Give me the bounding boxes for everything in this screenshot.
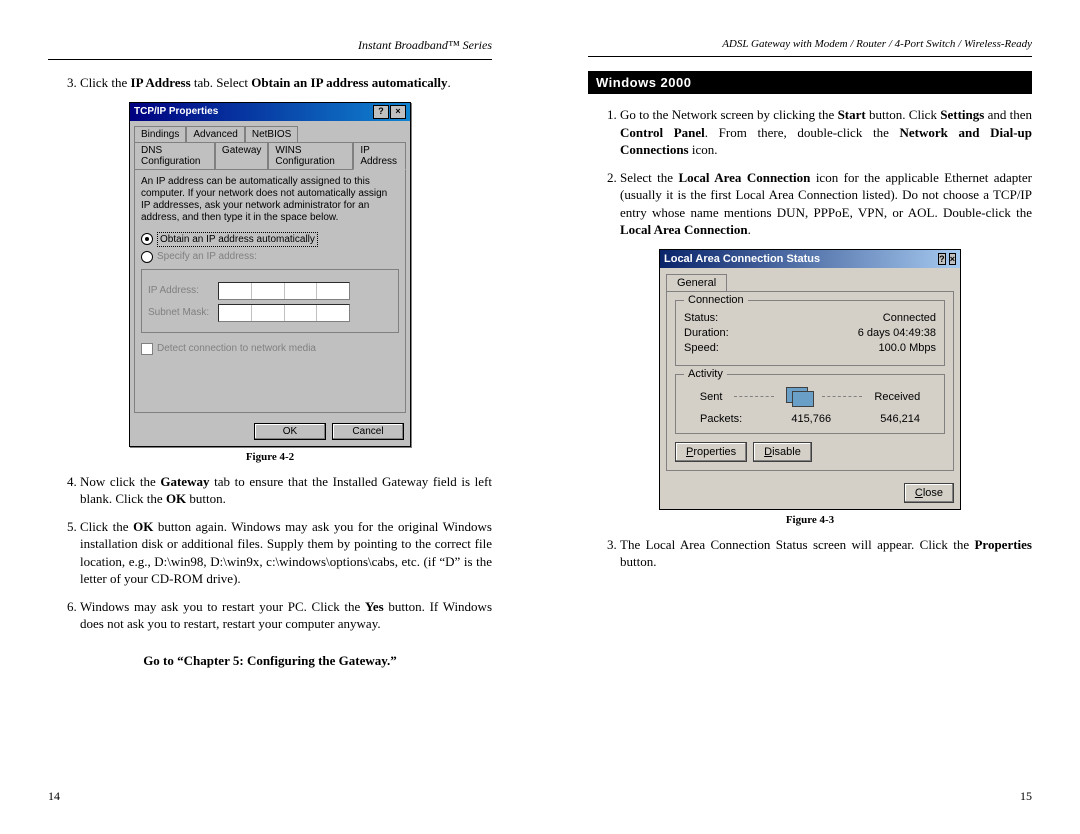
ip-address-row: IP Address: bbox=[148, 282, 392, 300]
dash-icon bbox=[734, 396, 774, 397]
detect-row: Detect connection to network media bbox=[141, 343, 399, 355]
tab-bar: Bindings Advanced NetBIOS DNS Configurat… bbox=[130, 121, 410, 169]
close-button[interactable]: Close bbox=[904, 483, 954, 503]
lan-status-dialog: Local Area Connection Status ? × General… bbox=[659, 249, 961, 510]
sent-label: Sent bbox=[700, 391, 723, 403]
dialog-titlebar: Local Area Connection Status ? × bbox=[660, 250, 960, 268]
tab-wins[interactable]: WINS Configuration bbox=[268, 142, 353, 170]
figure-4-3: Local Area Connection Status ? × General… bbox=[588, 249, 1032, 526]
duration-label: Duration: bbox=[684, 327, 729, 339]
tab-gateway[interactable]: Gateway bbox=[215, 142, 268, 170]
left-steps-b: Now click the Gateway tab to ensure that… bbox=[48, 473, 492, 633]
tab-advanced[interactable]: Advanced bbox=[186, 126, 244, 142]
tab-pane: Connection Status: Connected Duration: 6 d… bbox=[666, 291, 954, 471]
tcpip-properties-dialog: TCP/IP Properties ? × Bindings Advanced … bbox=[129, 102, 411, 447]
received-label: Received bbox=[874, 391, 920, 403]
status-label: Status: bbox=[684, 312, 718, 324]
packets-label: Packets: bbox=[700, 413, 742, 425]
subnet-mask-label: Subnet Mask: bbox=[148, 307, 212, 318]
tab-bindings[interactable]: Bindings bbox=[134, 126, 186, 142]
step-1: Go to the Network screen by clicking the… bbox=[620, 106, 1032, 159]
dialog-buttons: OK Cancel bbox=[130, 417, 410, 446]
packets-received: 546,214 bbox=[880, 413, 920, 425]
close-icon[interactable]: × bbox=[390, 105, 406, 119]
tab-ipaddress[interactable]: IP Address bbox=[353, 142, 406, 170]
close-icon[interactable]: × bbox=[949, 253, 956, 265]
tab-general[interactable]: General bbox=[666, 274, 727, 291]
page-number-left: 14 bbox=[48, 789, 60, 804]
step-5: Click the OK button again. Windows may a… bbox=[80, 518, 492, 588]
info-text: An IP address can be automatically assig… bbox=[141, 176, 399, 224]
ip-address-input[interactable] bbox=[218, 282, 350, 300]
dash-icon bbox=[822, 396, 862, 397]
figure-4-3-caption: Figure 4-3 bbox=[588, 514, 1032, 526]
tab-dns[interactable]: DNS Configuration bbox=[134, 142, 215, 170]
divider bbox=[588, 56, 1032, 57]
divider bbox=[48, 59, 492, 60]
detect-label: Detect connection to network media bbox=[157, 343, 316, 354]
speed-value: 100.0 Mbps bbox=[879, 342, 936, 354]
dialog-title: TCP/IP Properties bbox=[134, 106, 218, 117]
step-3: The Local Area Connection Status screen … bbox=[620, 536, 1032, 571]
left-header: Instant Broadband™ Series bbox=[48, 38, 492, 53]
radio-label: Specify an IP address: bbox=[157, 251, 257, 262]
help-icon[interactable]: ? bbox=[373, 105, 389, 119]
ip-group: IP Address: Subnet Mask: bbox=[141, 269, 399, 333]
dialog-title: Local Area Connection Status bbox=[664, 253, 820, 265]
duration-value: 6 days 04:49:38 bbox=[858, 327, 936, 339]
button-row: Properties Disable bbox=[675, 442, 945, 462]
figure-4-2: TCP/IP Properties ? × Bindings Advanced … bbox=[48, 102, 492, 463]
radio-icon bbox=[141, 251, 153, 263]
cancel-button[interactable]: Cancel bbox=[332, 423, 404, 440]
right-steps-b: The Local Area Connection Status screen … bbox=[588, 536, 1032, 571]
connection-group: Connection Status:Connected Duration:6 d… bbox=[675, 300, 945, 366]
activity-group: Activity Sent Received Packets: 415,766 bbox=[675, 374, 945, 434]
right-steps-a: Go to the Network screen by clicking the… bbox=[588, 106, 1032, 239]
subnet-mask-row: Subnet Mask: bbox=[148, 304, 392, 322]
figure-4-2-caption: Figure 4-2 bbox=[48, 451, 492, 463]
step-4: Now click the Gateway tab to ensure that… bbox=[80, 473, 492, 508]
page-number-right: 15 bbox=[1020, 789, 1032, 804]
right-header: ADSL Gateway with Modem / Router / 4-Por… bbox=[588, 38, 1032, 50]
close-row: Close bbox=[660, 477, 960, 509]
ip-address-label: IP Address: bbox=[148, 285, 212, 296]
step-2: Select the Local Area Connection icon fo… bbox=[620, 169, 1032, 239]
tab-netbios[interactable]: NetBIOS bbox=[245, 126, 298, 142]
radio-specify[interactable]: Specify an IP address: bbox=[141, 251, 399, 263]
packets-sent: 415,766 bbox=[791, 413, 831, 425]
tab-pane: An IP address can be automatically assig… bbox=[134, 169, 406, 413]
left-page: Instant Broadband™ Series Click the IP A… bbox=[0, 0, 540, 834]
speed-label: Speed: bbox=[684, 342, 719, 354]
step-3: Click the IP Address tab. Select Obtain … bbox=[80, 74, 492, 92]
radio-obtain-auto[interactable]: Obtain an IP address automatically bbox=[141, 232, 399, 247]
status-value: Connected bbox=[883, 312, 936, 324]
dialog-titlebar: TCP/IP Properties ? × bbox=[130, 103, 410, 121]
go-to-chapter-link: Go to “Chapter 5: Configuring the Gatewa… bbox=[48, 653, 492, 669]
ok-button[interactable]: OK bbox=[254, 423, 326, 440]
tab-bar: General bbox=[660, 268, 960, 291]
section-title: Windows 2000 bbox=[588, 71, 1032, 94]
properties-button[interactable]: Properties bbox=[675, 442, 747, 462]
network-icon bbox=[786, 387, 810, 407]
checkbox-icon[interactable] bbox=[141, 343, 153, 355]
disable-button[interactable]: Disable bbox=[753, 442, 812, 462]
help-icon[interactable]: ? bbox=[938, 253, 946, 265]
subnet-mask-input[interactable] bbox=[218, 304, 350, 322]
group-legend: Activity bbox=[684, 368, 727, 380]
left-steps-a: Click the IP Address tab. Select Obtain … bbox=[48, 74, 492, 92]
radio-icon bbox=[141, 233, 153, 245]
radio-label: Obtain an IP address automatically bbox=[157, 232, 318, 247]
right-page: ADSL Gateway with Modem / Router / 4-Por… bbox=[540, 0, 1080, 834]
group-legend: Connection bbox=[684, 294, 748, 306]
step-6: Windows may ask you to restart your PC. … bbox=[80, 598, 492, 633]
